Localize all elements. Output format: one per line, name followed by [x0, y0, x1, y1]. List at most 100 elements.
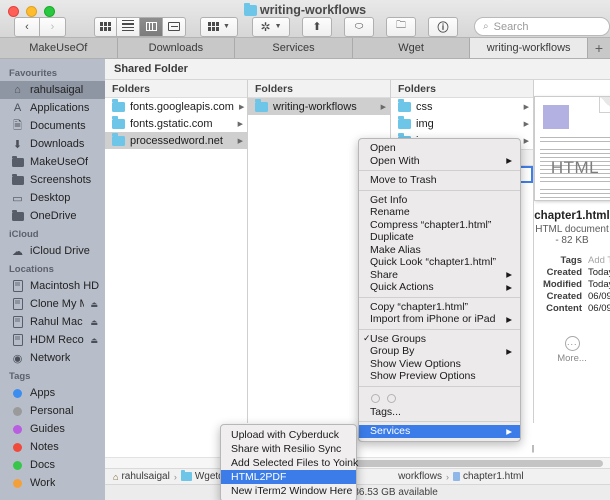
menu-item-quick-look[interactable]: Quick Look “chapter1.html”: [359, 256, 520, 269]
column-view-button[interactable]: [140, 17, 163, 37]
tab-downloads[interactable]: Downloads: [118, 38, 236, 58]
sidebar-item-applications[interactable]: A Applications: [0, 99, 105, 117]
sidebar-item-network[interactable]: ◉ Network: [0, 349, 105, 367]
column-resize-handle[interactable]: ||: [528, 443, 537, 454]
menu-item-open[interactable]: Open: [359, 142, 520, 155]
column-2-row-writing-workflows[interactable]: writing-workflows ▶: [248, 98, 390, 115]
info-button[interactable]: ⓘ: [428, 17, 458, 37]
tab-makeuseof[interactable]: MakeUseOf: [0, 38, 118, 58]
sidebar-item-macintosh-hd[interactable]: Macintosh HD: [0, 277, 105, 295]
submenu-item-new-iterm2-window-here[interactable]: New iTerm2 Window Here: [221, 484, 356, 498]
sidebar-item-screenshots[interactable]: Screenshots: [0, 171, 105, 189]
tab-services[interactable]: Services: [235, 38, 353, 58]
new-folder-button[interactable]: 🗀: [386, 17, 416, 37]
share-button[interactable]: ⬆: [302, 17, 332, 37]
forward-button[interactable]: ›: [40, 17, 66, 37]
sidebar-item-tag-work[interactable]: Work: [0, 474, 105, 492]
tag-swatch[interactable]: [371, 394, 380, 403]
metadata-value: Today, 6:38 PM: [588, 279, 610, 290]
tab-wget[interactable]: Wget: [353, 38, 471, 58]
sidebar-item-tag-docs[interactable]: Docs: [0, 456, 105, 474]
sidebar-item-tag-apps[interactable]: Apps: [0, 384, 105, 402]
menu-item-services[interactable]: Services ▶: [359, 425, 520, 438]
share-icon: ⬆: [312, 20, 321, 33]
sidebar-item-rahulsaigal[interactable]: ⌂ rahulsaigal: [0, 81, 105, 99]
sidebar-item-rahul-mac[interactable]: Rahul Mac ⏏: [0, 313, 105, 331]
new-tab-button[interactable]: +: [588, 38, 610, 58]
sidebar-item-label: Desktop: [30, 192, 70, 204]
applications-icon: A: [11, 102, 24, 115]
menu-item-group-by[interactable]: Group By ▶: [359, 345, 520, 358]
more-button[interactable]: ··· More...: [534, 336, 610, 364]
tag-button[interactable]: ⬭: [344, 17, 374, 37]
row-label: css: [416, 101, 433, 113]
sidebar-item-onedrive[interactable]: OneDrive: [0, 207, 105, 225]
sidebar-item-desktop[interactable]: ▭ Desktop: [0, 189, 105, 207]
submenu-item-upload-with-cyberduck[interactable]: Upload with Cyberduck: [221, 428, 356, 442]
gear-action-button[interactable]: ✲ ▼: [252, 17, 290, 37]
add-tags-field[interactable]: Add Tags...: [588, 255, 610, 266]
tag-swatch[interactable]: [387, 394, 396, 403]
column-1-row-processedword[interactable]: processedword.net ▶: [105, 132, 247, 149]
sidebar-item-clone-my-mac[interactable]: Clone My Mac ⏏: [0, 295, 105, 313]
menu-item-copy[interactable]: Copy “chapter1.html”: [359, 301, 520, 314]
menu-item-label: Services: [370, 425, 410, 437]
chevron-right-icon: ▶: [524, 103, 529, 111]
metadata-key: Modified: [534, 279, 582, 290]
group-by-button[interactable]: ▼: [200, 17, 238, 37]
icon-view-button[interactable]: [94, 17, 117, 37]
column-1-row-fonts-gstatic[interactable]: fonts.gstatic.com ▶: [105, 115, 247, 132]
folder-icon: [255, 102, 268, 112]
eject-icon[interactable]: ⏏: [90, 336, 98, 345]
list-view-button[interactable]: [117, 17, 140, 37]
menu-item-show-view-options[interactable]: Show View Options: [359, 358, 520, 371]
submenu-item-add-selected-files-to-yoink[interactable]: Add Selected Files to Yoink: [221, 456, 356, 470]
sidebar-item-icloud-drive[interactable]: ☁ iCloud Drive: [0, 242, 105, 260]
tab-writing-workflows[interactable]: writing-workflows: [470, 38, 588, 58]
path-item-workflows[interactable]: workflows: [398, 471, 442, 482]
menu-item-duplicate[interactable]: Duplicate: [359, 231, 520, 244]
menu-item-import-from-iphone[interactable]: Import from iPhone or iPad ▶: [359, 313, 520, 326]
submenu-item-share-with-resilio-sync[interactable]: Share with Resilio Sync: [221, 442, 356, 456]
sidebar-item-downloads[interactable]: ⬇ Downloads: [0, 135, 105, 153]
sidebar-item-label: HDM Recovery: [30, 334, 84, 346]
menu-item-show-preview-options[interactable]: Show Preview Options: [359, 370, 520, 383]
chevron-right-icon: ▶: [506, 156, 512, 165]
path-item-rahulsaigal[interactable]: ⌂ rahulsaigal: [113, 471, 170, 482]
group-by-dropdown[interactable]: ▼: [200, 17, 238, 37]
menu-item-quick-actions[interactable]: Quick Actions ▶: [359, 281, 520, 294]
submenu-item-html2pdf[interactable]: HTML2PDF: [221, 470, 356, 484]
menu-item-rename[interactable]: Rename: [359, 206, 520, 219]
menu-item-open-with[interactable]: Open With ▶: [359, 155, 520, 168]
tag-dot-icon: [11, 477, 24, 490]
eject-icon[interactable]: ⏏: [90, 300, 98, 309]
column-3-row-css[interactable]: css ▶: [391, 98, 533, 115]
column-1-row-fonts-googleapis[interactable]: fonts.googleapis.com ▶: [105, 98, 247, 115]
chevron-down-icon: ▼: [223, 23, 230, 30]
menu-item-compress[interactable]: Compress “chapter1.html”: [359, 219, 520, 232]
menu-item-use-groups[interactable]: ✓ Use Groups: [359, 333, 520, 346]
sidebar-item-hdm-recovery[interactable]: HDM Recovery ⏏: [0, 331, 105, 349]
path-item-chapter1-html[interactable]: chapter1.html: [453, 471, 524, 482]
chevron-right-icon: ▶: [506, 270, 512, 279]
menu-item-move-to-trash[interactable]: Move to Trash: [359, 174, 520, 187]
sidebar-item-makeuseof[interactable]: MakeUseOf: [0, 153, 105, 171]
search-field[interactable]: ⌕ Search: [474, 17, 610, 36]
menu-item-tags[interactable]: Tags...: [359, 406, 520, 419]
cloud-icon: ☁: [11, 245, 24, 258]
sidebar-item-tag-guides[interactable]: Guides: [0, 420, 105, 438]
menu-tag-swatches: [359, 390, 520, 406]
sidebar-item-tag-personal[interactable]: Personal: [0, 402, 105, 420]
more-label: More...: [557, 353, 587, 364]
menu-item-share[interactable]: Share ▶: [359, 269, 520, 282]
column-3-row-img[interactable]: img ▶: [391, 115, 533, 132]
sidebar-item-tag-notes[interactable]: Notes: [0, 438, 105, 456]
navigation-buttons: ‹ ›: [14, 17, 66, 37]
menu-item-get-info[interactable]: Get Info: [359, 194, 520, 207]
gallery-view-button[interactable]: [163, 17, 186, 37]
menu-item-make-alias[interactable]: Make Alias: [359, 244, 520, 257]
action-dropdown[interactable]: ✲ ▼: [252, 17, 290, 37]
eject-icon[interactable]: ⏏: [90, 318, 98, 327]
sidebar-item-documents[interactable]: 🗎 Documents: [0, 117, 105, 135]
back-button[interactable]: ‹: [14, 17, 40, 37]
